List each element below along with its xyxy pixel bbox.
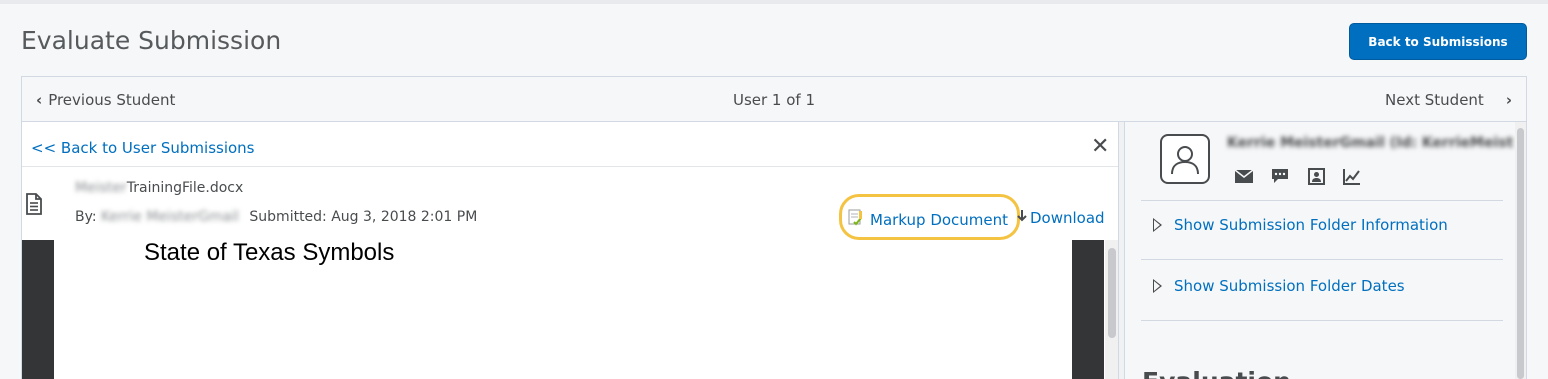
markup-document-label: Markup Document <box>870 210 1009 229</box>
student-navigation-bar: ‹ Previous Student User 1 of 1 Next Stud… <box>21 76 1527 122</box>
document-heading: State of Texas Symbols <box>144 239 395 266</box>
show-submission-folder-information-toggle[interactable]: Show Submission Folder Information <box>1153 216 1448 234</box>
file-name-prefix: Meister <box>75 180 127 196</box>
panel-scroll-thumb[interactable] <box>1517 128 1524 379</box>
viewer-margin-left <box>22 240 54 379</box>
previous-student-button[interactable]: ‹ Previous Student <box>36 91 175 109</box>
show-folder-dates-label: Show Submission Folder Dates <box>1174 277 1405 295</box>
next-student-button[interactable]: Next Student › <box>1385 91 1512 109</box>
divider <box>1141 320 1503 321</box>
by-label: By: <box>75 209 97 225</box>
divider <box>1141 259 1503 260</box>
user-name: Kerrie MeisterGmail (Id: KerrieMeist <box>1227 135 1514 151</box>
progress-chart-icon[interactable] <box>1341 166 1363 186</box>
email-icon[interactable] <box>1233 166 1255 186</box>
file-name-text: TrainingFile.docx <box>126 180 244 196</box>
download-label: Download <box>1030 209 1105 227</box>
download-link[interactable]: Download <box>1016 209 1105 227</box>
page-title: Evaluate Submission <box>21 26 282 55</box>
file-name[interactable]: MeisterTrainingFile.docx <box>75 180 243 196</box>
back-to-user-submissions-link[interactable]: << Back to User Submissions <box>31 139 255 157</box>
message-icon[interactable] <box>1269 166 1291 186</box>
download-icon <box>1016 209 1028 227</box>
viewer-margin-right <box>1072 240 1104 379</box>
markup-icon <box>847 209 864 230</box>
profile-card-icon[interactable] <box>1305 166 1327 186</box>
chevron-right-icon: › <box>1505 91 1512 109</box>
chevron-left-icon: ‹ <box>36 91 43 109</box>
evaluation-panel: Kerrie MeisterGmail (Id: KerrieMeist Sho… <box>1125 122 1527 379</box>
viewer-scrollbar[interactable] <box>1105 240 1118 379</box>
show-folder-info-label: Show Submission Folder Information <box>1174 216 1448 234</box>
evaluation-heading: Evaluation <box>1142 367 1291 379</box>
previous-student-label: Previous Student <box>48 91 176 109</box>
document-icon <box>24 192 44 221</box>
top-border <box>0 0 1548 4</box>
markup-document-link[interactable]: Markup Document <box>847 209 1008 230</box>
divider <box>1141 200 1503 201</box>
triangle-right-icon <box>1153 279 1162 293</box>
panel-scrollbar[interactable] <box>1515 122 1526 379</box>
back-to-submissions-button[interactable]: Back to Submissions <box>1349 23 1527 60</box>
divider <box>22 166 1118 167</box>
student-position: User 1 of 1 <box>732 91 816 109</box>
user-actions <box>1233 166 1363 186</box>
show-submission-folder-dates-toggle[interactable]: Show Submission Folder Dates <box>1153 277 1405 295</box>
avatar <box>1160 134 1210 184</box>
submitted-date: Submitted: Aug 3, 2018 2:01 PM <box>249 209 478 225</box>
viewer-scroll-thumb[interactable] <box>1108 248 1116 338</box>
next-student-label: Next Student <box>1385 91 1484 109</box>
close-icon[interactable]: ✕ <box>1091 135 1109 157</box>
triangle-right-icon <box>1153 218 1162 232</box>
submitter-name: Kerrie MeisterGmail <box>101 209 239 225</box>
submission-panel: << Back to User Submissions ✕ MeisterTra… <box>21 122 1119 379</box>
submission-meta: By: Kerrie MeisterGmail Submitted: Aug 3… <box>75 209 477 225</box>
